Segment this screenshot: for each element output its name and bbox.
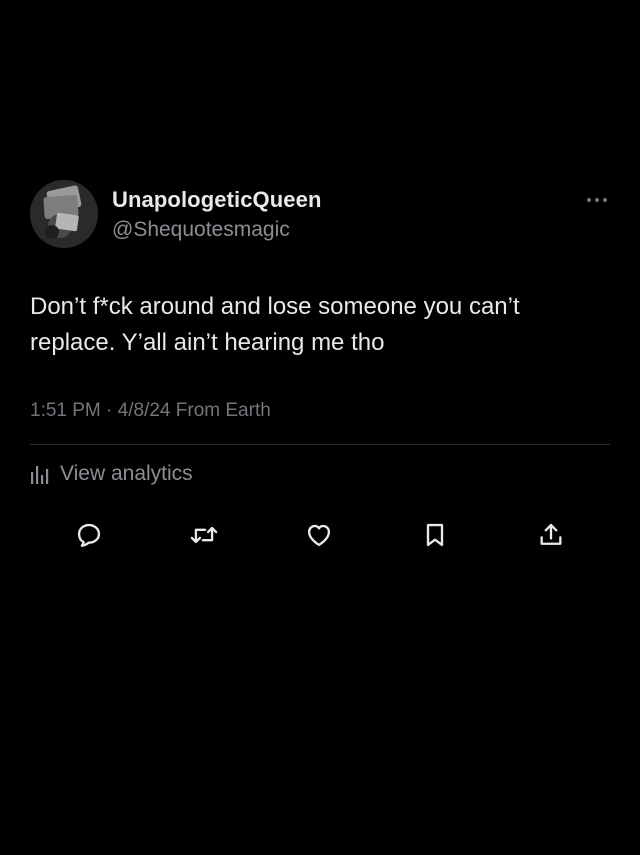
reply-icon [77,523,101,547]
tweet-time[interactable]: 1:51 PM [30,400,101,421]
meta-separator: · [106,400,113,421]
like-icon [307,524,331,547]
more-options-icon [587,198,607,202]
tweet-detail: UnapologeticQueen @Shequotesmagic Don’t … [0,0,640,855]
bookmark-icon [426,523,444,547]
user-handle[interactable]: @Shequotesmagic [112,218,290,242]
tweet-text: Don’t f*ck around and lose someone you c… [30,293,520,356]
action-bar [0,517,640,553]
display-name[interactable]: UnapologeticQueen [112,187,322,213]
like-button[interactable] [301,517,337,553]
avatar-image [30,180,98,248]
tweet-date[interactable]: 4/8/24 [118,400,171,421]
tweet-source: From Earth [175,400,271,421]
retweet-button[interactable] [186,517,222,553]
reply-button[interactable] [71,517,107,553]
bookmark-button[interactable] [417,517,453,553]
avatar[interactable] [30,180,98,248]
more-options-button[interactable] [582,190,612,210]
view-analytics-label: View analytics [60,462,193,485]
view-analytics-button[interactable]: View analytics [30,462,193,486]
bar-chart-icon [31,466,49,484]
share-button[interactable] [533,517,569,553]
tweet-meta: 1:51 PM · 4/8/24 From Earth [30,400,271,422]
divider [30,444,610,445]
retweet-icon [190,526,218,544]
share-icon [540,523,562,545]
